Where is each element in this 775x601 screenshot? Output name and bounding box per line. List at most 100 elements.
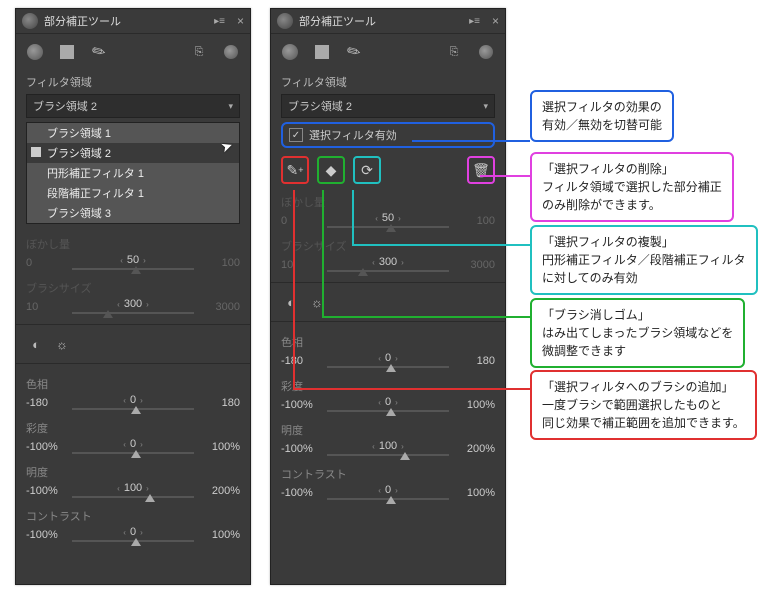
hue-slider[interactable]: -180 ‹0› 180 — [271, 350, 505, 372]
callout-line: 「選択フィルタの複製」 — [542, 233, 746, 251]
dropdown-item[interactable]: ブラシ領域 1 — [27, 123, 239, 143]
copy-icon[interactable]: ⎘ — [443, 41, 465, 63]
callout-magenta: 「選択フィルタの削除」 フィルタ領域で選択した部分補正 のみ削除ができます。 — [530, 152, 734, 222]
slider-max: 100% — [200, 529, 240, 541]
slider-min: -100% — [26, 529, 66, 541]
dropdown-item[interactable]: 段階補正フィルタ 1 — [27, 183, 239, 203]
sun-icon[interactable]: ☼ — [52, 335, 72, 353]
blur-slider[interactable]: 0 ‹50› 100 — [16, 252, 250, 274]
panel-left: 部分補正ツール ▸≡ × ✎ ⎘ フィルタ領域 ブラシ領域 2 ▾ ブラシ領域 … — [15, 8, 251, 585]
dropdown-item[interactable]: ブラシ領域 3 — [27, 203, 239, 223]
eyedropper-icon[interactable]: ◐ — [281, 293, 301, 311]
brush-size-slider[interactable]: 10 ‹300› 3000 — [16, 296, 250, 318]
callout-line: 有効／無効を切替可能 — [542, 116, 662, 134]
brush-size-label: ブラシサイズ — [271, 232, 505, 254]
new-layer-icon[interactable] — [475, 41, 497, 63]
sun-icon[interactable]: ☼ — [307, 293, 327, 311]
callout-cyan: 「選択フィルタの複製」 円形補正フィルタ／段階補正フィルタ に対してのみ有効 — [530, 225, 758, 295]
leader-line — [293, 388, 530, 390]
dropdown-selected: ブラシ領域 2 — [33, 98, 228, 114]
sat-slider[interactable]: -100% ‹0› 100% — [271, 394, 505, 416]
gradient-filter-icon[interactable] — [311, 41, 333, 63]
eyedropper-icon[interactable]: ◐ — [26, 335, 46, 353]
close-icon[interactable]: × — [492, 14, 499, 28]
callout-line: 一度ブラシで範囲選択したものと — [542, 396, 745, 414]
slider-min: -100% — [26, 485, 66, 497]
app-icon — [22, 13, 38, 29]
slider-min: 0 — [26, 257, 66, 269]
callout-line: 「選択フィルタへのブラシの追加」 — [542, 378, 745, 396]
slider-value: 0 — [385, 396, 391, 408]
callout-line: 円形補正フィルタ／段階補正フィルタ — [542, 251, 746, 269]
leader-line — [480, 175, 530, 177]
brush-size-slider[interactable]: 10 ‹300› 3000 — [271, 254, 505, 276]
new-layer-icon[interactable] — [220, 41, 242, 63]
panel-title: 部分補正ツール — [44, 13, 208, 29]
slider-value: 0 — [130, 394, 136, 406]
dropdown-item[interactable]: ブラシ領域 2 — [27, 143, 239, 163]
slider-max: 3000 — [455, 259, 495, 271]
slider-value: 0 — [130, 526, 136, 538]
toolbar: ✎ ⎘ — [16, 34, 250, 70]
filter-area-label: フィルタ領域 — [26, 74, 240, 90]
filter-area-dropdown[interactable]: ブラシ領域 2 ▾ — [26, 94, 240, 118]
dropdown-item[interactable]: 円形補正フィルタ 1 — [27, 163, 239, 183]
leader-line — [412, 140, 530, 142]
delete-filter-icon[interactable]: 🗑 — [467, 156, 495, 184]
slider-min: 10 — [26, 301, 66, 313]
slider-value: 0 — [385, 484, 391, 496]
erase-brush-icon[interactable]: ◆ — [317, 156, 345, 184]
add-brush-icon[interactable]: ✎+ — [281, 156, 309, 184]
bri-slider[interactable]: -100% ‹100› 200% — [271, 438, 505, 460]
gradient-filter-icon[interactable] — [56, 41, 78, 63]
filter-area-section: フィルタ領域 — [271, 70, 505, 94]
checkbox-icon: ✓ — [289, 128, 303, 142]
enable-filter-checkbox[interactable]: ✓ 選択フィルタ有効 — [281, 122, 495, 148]
callout-line: のみ削除ができます。 — [542, 196, 722, 214]
slider-value: 100 — [124, 482, 142, 494]
circle-filter-icon[interactable] — [24, 41, 46, 63]
con-slider[interactable]: -100% ‹0› 100% — [16, 524, 250, 546]
slider-min: -180 — [26, 397, 66, 409]
slider-min: -100% — [281, 487, 321, 499]
slider-min: -100% — [26, 441, 66, 453]
hue-label: 色相 — [271, 328, 505, 350]
enable-filter-label: 選択フィルタ有効 — [309, 127, 397, 143]
slider-min: -180 — [281, 355, 321, 367]
leader-line — [322, 190, 324, 316]
slider-min: -100% — [281, 443, 321, 455]
hue-slider[interactable]: -180 ‹0› 180 — [16, 392, 250, 414]
con-slider[interactable]: -100% ‹0› 100% — [271, 482, 505, 504]
panel-right: 部分補正ツール ▸≡ × ✎ ⎘ フィルタ領域 ブラシ領域 2 ▾ ✓ 選択フィ… — [270, 8, 506, 585]
brush-icon[interactable]: ✎ — [84, 37, 114, 67]
callout-line: はみ出てしまったブラシ領域などを — [542, 324, 733, 342]
leader-line — [352, 190, 354, 244]
slider-value: 100 — [379, 440, 397, 452]
brush-icon[interactable]: ✎ — [339, 37, 369, 67]
slider-max: 200% — [200, 485, 240, 497]
filter-actions: ✎+ ◆ ⟳ 🗑 — [271, 152, 505, 188]
sat-slider[interactable]: -100% ‹0› 100% — [16, 436, 250, 458]
copy-icon[interactable]: ⎘ — [188, 41, 210, 63]
callout-line: 「ブラシ消しゴム」 — [542, 306, 733, 324]
duplicate-filter-icon[interactable]: ⟳ — [353, 156, 381, 184]
blur-slider[interactable]: 0 ‹50› 100 — [271, 210, 505, 232]
panel-menu-icon[interactable]: ▸≡ — [469, 16, 480, 27]
title-bar: 部分補正ツール ▸≡ × — [16, 9, 250, 34]
panel-title: 部分補正ツール — [299, 13, 463, 29]
app-icon — [277, 13, 293, 29]
slider-value: 50 — [127, 254, 139, 266]
filter-area-dropdown[interactable]: ブラシ領域 2 ▾ — [281, 94, 495, 118]
slider-min: 10 — [281, 259, 321, 271]
circle-filter-icon[interactable] — [279, 41, 301, 63]
dropdown-list: ブラシ領域 1 ブラシ領域 2 円形補正フィルタ 1 段階補正フィルタ 1 ブラ… — [26, 122, 240, 224]
slider-max: 100% — [455, 399, 495, 411]
chevron-down-icon: ▾ — [483, 101, 488, 112]
close-icon[interactable]: × — [237, 14, 244, 28]
callout-line: 同じ効果で補正範囲を追加できます。 — [542, 414, 745, 432]
callout-blue: 選択フィルタの効果の 有効／無効を切替可能 — [530, 90, 674, 142]
bri-slider[interactable]: -100% ‹100› 200% — [16, 480, 250, 502]
panel-menu-icon[interactable]: ▸≡ — [214, 16, 225, 27]
slider-max: 100% — [200, 441, 240, 453]
blur-label: ぼかし量 — [271, 188, 505, 210]
